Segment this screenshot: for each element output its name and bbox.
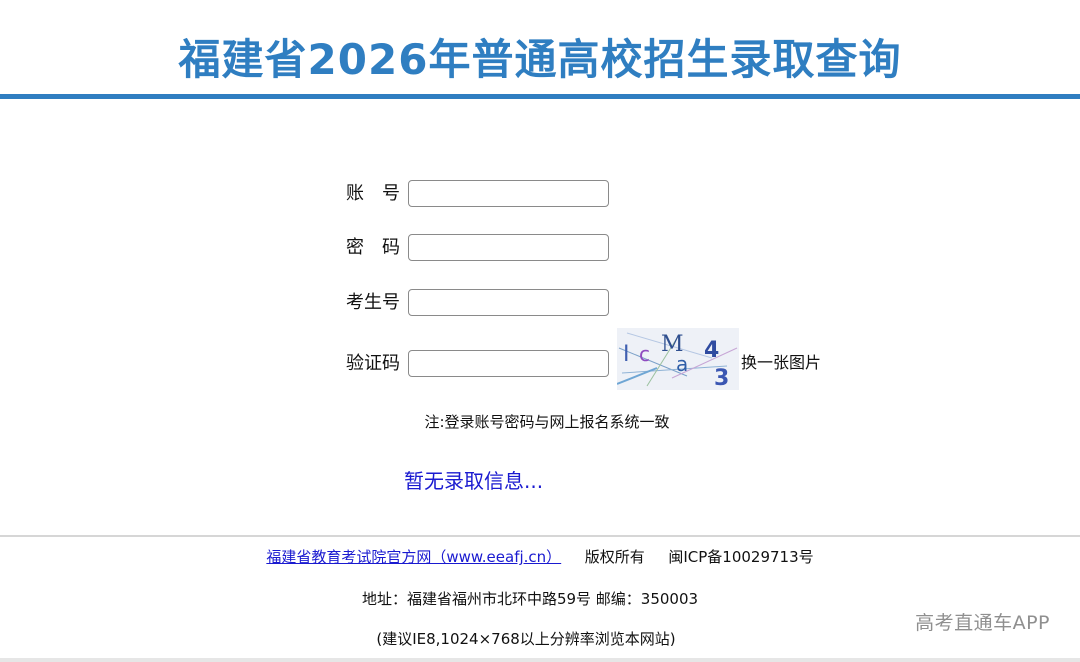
login-note: 注:登录账号密码与网上报名系统一致 <box>424 413 670 431</box>
captcha-char: c <box>639 342 650 366</box>
copyright-text: 版权所有 <box>584 548 645 566</box>
captcha-char: 3 <box>714 366 729 390</box>
header: 福建省2026年普通高校招生录取查询 <box>0 0 1080 99</box>
captcha-input[interactable] <box>408 350 609 377</box>
password-label: 密 码 <box>346 237 400 258</box>
footer-links-row: 福建省教育考试院官方网（www.eeafj.cn） 版权所有 闽ICP备1002… <box>0 546 1080 568</box>
captcha-char: 4 <box>704 338 719 363</box>
captcha-label: 验证码 <box>346 353 400 374</box>
address-text: 地址：福建省福州市北环中路59号 邮编：350003 <box>361 590 699 608</box>
page-title: 福建省2026年普通高校招生录取查询 <box>178 35 902 84</box>
watermark: 高考直通车APP <box>915 612 1050 634</box>
password-input[interactable] <box>408 234 609 261</box>
bottom-divider <box>0 658 1080 662</box>
captcha-refresh-link[interactable]: 换一张图片 <box>741 350 821 376</box>
result-message: 暂无录取信息... <box>404 469 544 493</box>
footer-divider <box>0 535 1080 537</box>
page: 福建省2026年普通高校招生录取查询 账 号 密 码 考生号 验证码 I c M <box>0 0 1080 662</box>
account-label: 账 号 <box>346 183 400 204</box>
exam-number-label: 考生号 <box>346 292 400 313</box>
captcha-image[interactable]: I c M a 4 3 <box>616 328 739 391</box>
header-divider <box>0 94 1080 99</box>
official-site-link[interactable]: 福建省教育考试院官方网（www.eeafj.cn） <box>266 548 561 566</box>
exam-number-input[interactable] <box>408 289 609 316</box>
captcha-char: a <box>676 352 688 376</box>
captcha-char: I <box>623 342 630 367</box>
icp-text: 闽ICP备10029713号 <box>668 548 814 566</box>
account-input[interactable] <box>408 180 609 207</box>
